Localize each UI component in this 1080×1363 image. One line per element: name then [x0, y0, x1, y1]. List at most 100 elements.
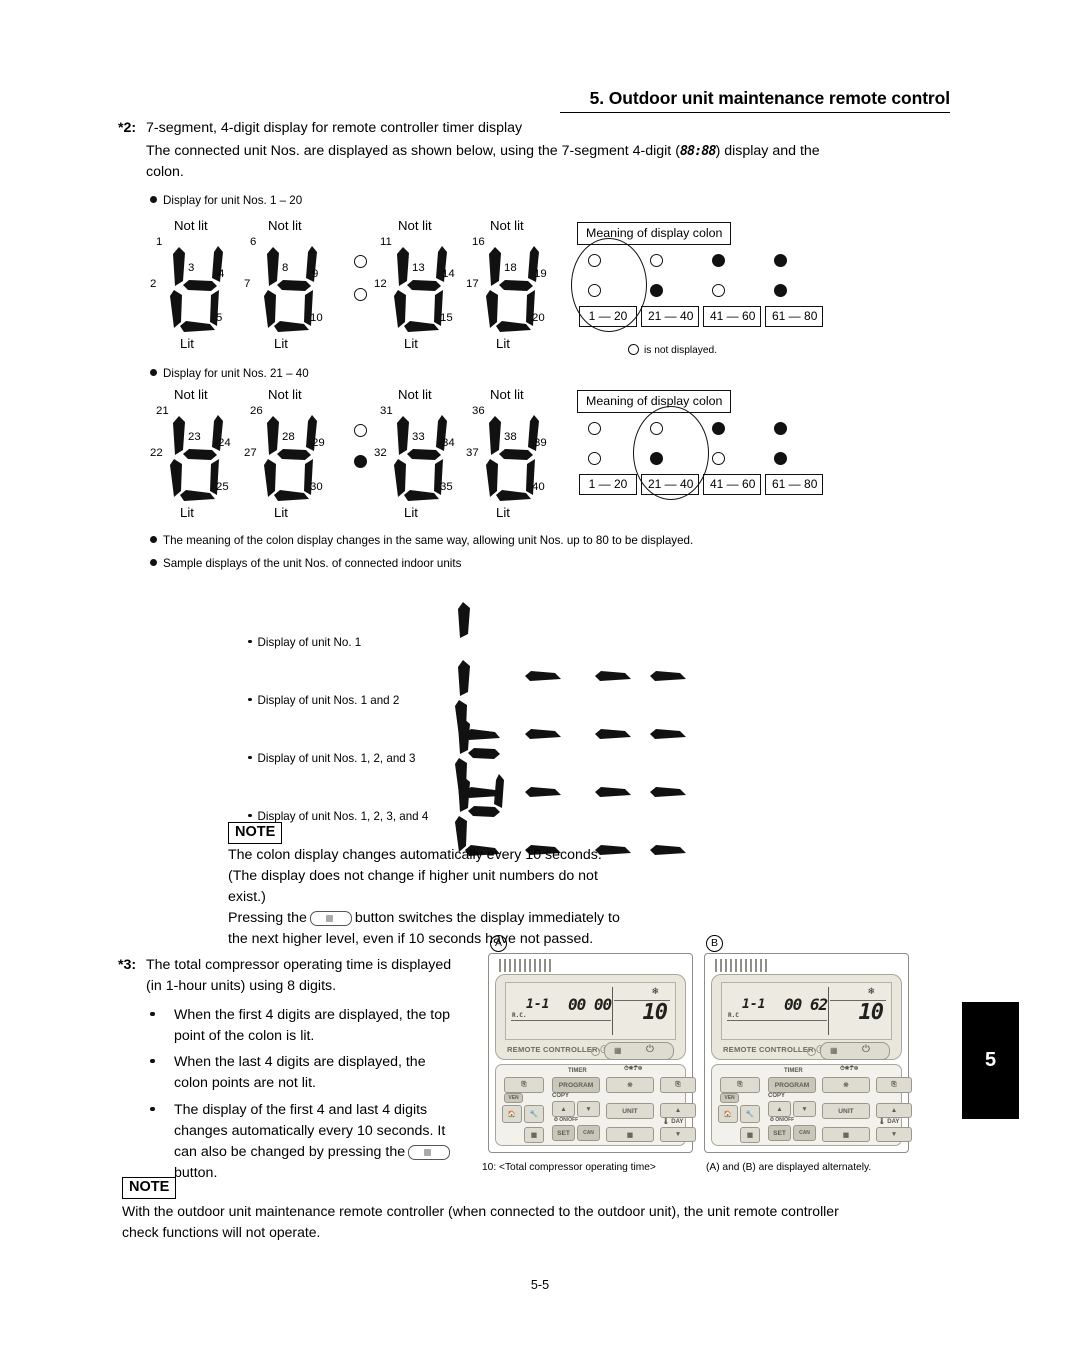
cancel-button[interactable]: CAN: [577, 1125, 600, 1141]
page-title: 5. Outdoor unit maintenance remote contr…: [589, 88, 951, 108]
highlight-ellipse: [571, 238, 647, 332]
bullet-colon-change-text: The meaning of the colon display changes…: [163, 534, 694, 547]
mode-button[interactable]: ⎘: [720, 1077, 760, 1093]
note3-bullet-marker: [150, 1005, 161, 1026]
remote-power-cluster[interactable]: ▦ ⏻: [604, 1042, 674, 1060]
lcd-item-code: 10: [858, 1000, 884, 1025]
temp-up-button[interactable]: ▲: [876, 1103, 912, 1118]
fan-button[interactable]: ❊: [606, 1077, 654, 1093]
up-button[interactable]: ▲: [552, 1101, 575, 1117]
digit-lit-label: Lit: [180, 505, 194, 520]
remote-controller-panel-b[interactable]: 1-1 R.C 00 62 10 ❄ REMOTE CONTROLLER-ⓘ ▦…: [704, 953, 912, 1153]
remote-display-housing: 1-1 R.C 00 62 10 ❄ REMOTE CONTROLLER-ⓘ ▦…: [711, 974, 902, 1060]
home-button[interactable]: 🏠: [718, 1105, 738, 1123]
panel-a-letter-text: A: [490, 935, 507, 952]
mode-icon-row: ⏱☀☂❄: [840, 1066, 859, 1072]
power-icon[interactable]: ⏻: [862, 1044, 870, 1055]
segment-number-label: 9: [312, 268, 319, 280]
segment-number-label: 15: [440, 312, 453, 324]
segment-number-label: 6: [250, 236, 257, 248]
bullet-dot-icon: [248, 813, 252, 818]
segment-number-label: 27: [244, 447, 257, 459]
note3-item-line1: When the first 4 digits are displayed, t…: [174, 1007, 451, 1023]
digit-lit-label: Lit: [404, 336, 418, 351]
remote-brand-bar: REMOTE CONTROLLER-ⓘ ▦ ⏻: [505, 1042, 676, 1060]
timer-button-glyph-icon[interactable]: [408, 1144, 451, 1160]
segment-number-label: 34: [442, 437, 455, 449]
sample-digit-blank: [590, 668, 636, 687]
note1-line1: The colon display changes automatically …: [228, 847, 602, 863]
temp-down-button[interactable]: ▼: [660, 1127, 696, 1142]
colon-range-box: 61 — 80: [765, 474, 823, 495]
segment-number-label: 19: [534, 268, 547, 280]
timer-select-button[interactable]: ▦: [822, 1127, 870, 1142]
calendar-button[interactable]: ▦: [740, 1127, 760, 1143]
snowflake-icon: ❄: [867, 986, 875, 996]
set-button[interactable]: SET: [552, 1125, 575, 1141]
header-rule: [560, 112, 950, 113]
day-label: 🌡 DAY: [878, 1119, 900, 1125]
sample-digit-blank: [645, 668, 691, 687]
lcd-screen: 1-1 R.C 00 62 10 ❄: [721, 982, 892, 1040]
sample-digit-blank: [590, 784, 636, 803]
digit-lit-label: Lit: [496, 336, 510, 351]
home-button[interactable]: 🏠: [502, 1105, 522, 1123]
segment-number-label: 10: [310, 312, 323, 324]
digit-not-lit-label: Not lit: [268, 218, 302, 233]
louver-button[interactable]: ⎘: [660, 1077, 696, 1093]
bullet-dot-icon: [248, 755, 252, 760]
calendar-button[interactable]: ▦: [524, 1127, 544, 1143]
remote-indicator-led: [591, 1047, 600, 1056]
group2-colon-bottom: [354, 455, 367, 468]
note-badge-1-label: NOTE: [228, 822, 283, 844]
down-button[interactable]: ▼: [793, 1101, 816, 1117]
set-button[interactable]: SET: [768, 1125, 791, 1141]
vent-button[interactable]: VEN: [504, 1093, 523, 1103]
program-button[interactable]: PROGRAM: [552, 1077, 600, 1093]
temp-up-button[interactable]: ▲: [660, 1103, 696, 1118]
remote-controller-panel-a[interactable]: 1-1 R.C. 00 00 10 ❄ REMOTE CONTROLLER-ⓘ …: [488, 953, 696, 1153]
note3-intro2-text: in 1-hour units) using 8 digits.: [150, 978, 337, 994]
segment-number-label: 3: [188, 262, 195, 274]
mode-button[interactable]: ⎘: [504, 1077, 544, 1093]
vent-button[interactable]: VEN: [720, 1093, 739, 1103]
remote-brand-bar: REMOTE CONTROLLER-ⓘ ▦ ⏻: [721, 1042, 892, 1060]
up-button[interactable]: ▲: [768, 1101, 791, 1117]
wrench-button[interactable]: 🔧: [740, 1105, 760, 1123]
colon-indicator-top: [588, 422, 601, 435]
note3-item-line4: button.: [174, 1165, 218, 1181]
segment-number-label: 24: [218, 437, 231, 449]
segment-number-label: 21: [156, 405, 169, 417]
lcd-operating-time: 00 00: [568, 995, 612, 1014]
temp-down-button[interactable]: ▼: [876, 1127, 912, 1142]
remote-keypad[interactable]: TIMER ⏱☀☂❄ ⎘ VEN 🏠 🔧 ▦ PROGRAM COPY ▲ ▼ …: [711, 1064, 912, 1146]
wrench-button[interactable]: 🔧: [524, 1105, 544, 1123]
power-icon[interactable]: ⏻: [646, 1044, 654, 1055]
program-button[interactable]: PROGRAM: [768, 1077, 816, 1093]
remote-keypad[interactable]: TIMER ⏱☀☂❄ ⎘ VEN 🏠 🔧 ▦ PROGRAM COPY ▲ ▼ …: [495, 1064, 696, 1146]
louver-button[interactable]: ⎘: [876, 1077, 912, 1093]
fan-button[interactable]: ❊: [822, 1077, 870, 1093]
remote-caption-right: (A) and (B) are displayed alternately.: [706, 1162, 872, 1173]
colon-table-footnote-text: is not displayed.: [644, 345, 718, 356]
lcd-divider: [828, 987, 830, 1035]
timer-button-glyph-icon[interactable]: [309, 910, 352, 926]
timer-select-button[interactable]: ▦: [606, 1127, 654, 1142]
note3-item-line2: point of the colon is lit.: [174, 1028, 315, 1044]
open-circle-icon: [628, 343, 639, 355]
note3-item-line1: The display of the first 4 and last 4 di…: [174, 1102, 428, 1118]
remote-power-cluster[interactable]: ▦ ⏻: [820, 1042, 890, 1060]
group2-colon-top: [354, 424, 367, 437]
note3-intro1: The total compressor operating time is d…: [146, 957, 452, 973]
copy-label: COPY: [552, 1093, 570, 1099]
cancel-button[interactable]: CAN: [793, 1125, 816, 1141]
colon-indicator-bottom: [650, 284, 663, 297]
unit-button[interactable]: UNIT: [606, 1103, 654, 1119]
note1-line3: exist.): [228, 889, 266, 905]
unit-button[interactable]: UNIT: [822, 1103, 870, 1119]
down-button[interactable]: ▼: [577, 1101, 600, 1117]
highlight-ellipse: [633, 406, 709, 500]
segment-number-label: 26: [250, 405, 263, 417]
onoff-label: ⏱ ON/OFF: [554, 1117, 579, 1123]
sample-digit-blank: [520, 784, 566, 803]
